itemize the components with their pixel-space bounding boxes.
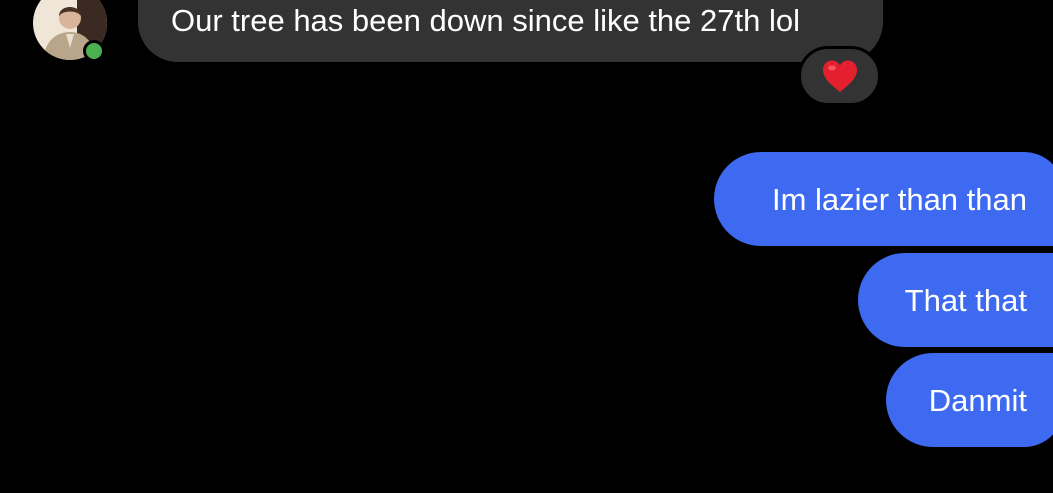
outgoing-message-bubble[interactable]: Im lazier than than (714, 152, 1053, 246)
outgoing-message-text: Im lazier than than (771, 182, 1027, 217)
outgoing-message-bubble[interactable]: Danmit (886, 353, 1053, 447)
outgoing-message-text: That that (904, 283, 1027, 318)
online-status-indicator (83, 40, 105, 62)
message-reaction[interactable] (798, 46, 881, 106)
outgoing-message-bubble[interactable]: That that (858, 253, 1053, 347)
outgoing-message-text: Danmit (928, 383, 1027, 418)
incoming-message-text: Our tree has been down since like the 27… (171, 3, 800, 38)
heart-icon (822, 60, 857, 92)
incoming-message-bubble[interactable]: Our tree has been down since like the 27… (138, 0, 883, 62)
